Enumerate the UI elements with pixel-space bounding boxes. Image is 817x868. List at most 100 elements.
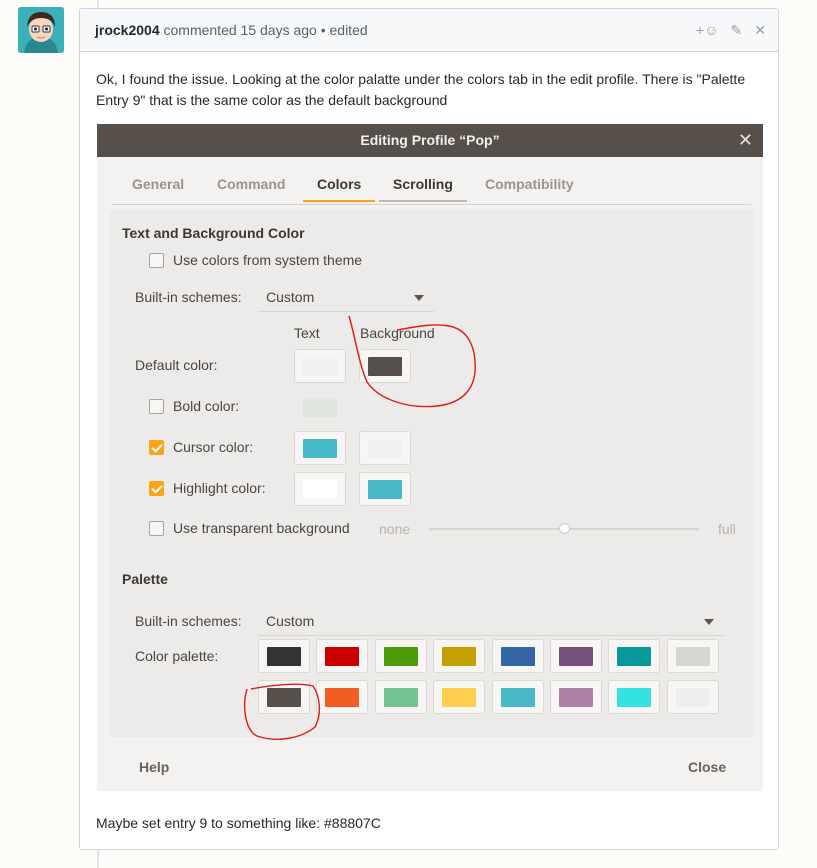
tab-compatibility: Compatibility xyxy=(485,176,574,192)
palette-builtin-dropdown: Custom xyxy=(258,607,724,636)
palette-entry-3 xyxy=(374,639,427,673)
palette-entry-7 xyxy=(608,639,661,673)
add-reaction-icon[interactable]: +☺ xyxy=(696,20,718,40)
comment-header: jrock2004 commented 15 days ago • edited… xyxy=(80,9,778,52)
cursor-bg-swatch xyxy=(359,431,411,465)
transparent-bg-checkbox xyxy=(149,521,164,536)
comment-meta: jrock2004 commented 15 days ago • edited xyxy=(95,22,368,38)
tab-scrolling: Scrolling xyxy=(379,176,467,202)
swatch-fill xyxy=(442,688,477,707)
default-color-label: Default color: xyxy=(135,357,218,373)
palette-entry-4 xyxy=(433,639,486,673)
color-palette-label: Color palette: xyxy=(135,648,219,664)
swatch-fill xyxy=(303,439,337,458)
delete-x-icon[interactable]: ✕ xyxy=(754,20,766,40)
dialog-close-icon: ✕ xyxy=(737,130,753,150)
bold-color-label: Bold color: xyxy=(173,398,240,414)
highlight-text-swatch xyxy=(294,472,346,506)
cursor-text-swatch xyxy=(294,431,346,465)
palette-entry-11 xyxy=(374,680,427,714)
transparency-full-label: full xyxy=(718,521,736,537)
cursor-color-label: Cursor color: xyxy=(173,439,254,455)
dialog-titlebar: Editing Profile “Pop” ✕ xyxy=(97,124,763,157)
swatch-fill xyxy=(559,688,593,707)
avatar[interactable] xyxy=(18,7,64,53)
tab-general: General xyxy=(132,176,185,192)
text-bg-heading: Text and Background Color xyxy=(122,225,305,241)
transparency-none-label: none xyxy=(379,521,411,537)
builtin-schemes-dropdown: Custom xyxy=(258,283,434,312)
palette-entry-16 xyxy=(666,680,719,714)
swatch-fill xyxy=(325,647,360,666)
swatch-fill xyxy=(500,647,535,666)
dialog-title: Editing Profile “Pop” xyxy=(360,132,500,148)
palette-entry-5 xyxy=(491,639,544,673)
help-button: Help xyxy=(139,759,170,775)
swatch-fill xyxy=(303,357,337,376)
swatch-fill xyxy=(617,647,652,666)
embedded-screenshot[interactable]: Editing Profile “Pop” ✕ General Command … xyxy=(97,124,763,791)
bold-color-swatch xyxy=(294,390,346,424)
swatch-fill xyxy=(383,647,418,666)
swatch-fill xyxy=(303,398,337,417)
swatch-fill xyxy=(368,357,402,376)
comment-author-link[interactable]: jrock2004 xyxy=(95,22,160,38)
tab-colors: Colors xyxy=(302,176,376,202)
swatch-fill xyxy=(617,688,652,707)
system-theme-checkbox xyxy=(149,253,164,268)
palette-entry-6 xyxy=(550,639,602,673)
default-text-swatch xyxy=(294,349,346,383)
palette-entry-15 xyxy=(608,680,661,714)
swatch-fill xyxy=(500,688,535,707)
palette-entry-8 xyxy=(666,639,719,673)
close-button: Close xyxy=(688,759,727,775)
swatch-fill xyxy=(675,688,710,707)
builtin-schemes-label: Built-in schemes: xyxy=(135,289,242,305)
palette-entry-2 xyxy=(316,639,369,673)
palette-entry-12 xyxy=(433,680,486,714)
comment-actions: +☺ ✎ ✕ xyxy=(696,20,766,40)
edit-pencil-icon[interactable]: ✎ xyxy=(731,20,743,40)
comment-body: Ok, I found the issue. Looking at the co… xyxy=(96,71,746,108)
palette-entry-1 xyxy=(258,639,310,673)
builtin-schemes-value: Custom xyxy=(266,289,315,305)
system-theme-label: Use colors from system theme xyxy=(173,252,363,268)
palette-entry-14 xyxy=(550,680,602,714)
swatch-fill xyxy=(325,688,360,707)
chevron-down-icon xyxy=(414,295,424,301)
swatch-fill xyxy=(303,480,337,499)
swatch-fill xyxy=(675,647,710,666)
transparency-slider-knob xyxy=(559,523,570,534)
palette-builtin-label: Built-in schemes: xyxy=(135,613,242,629)
background-column-header: Background xyxy=(360,325,435,341)
text-column-header: Text xyxy=(294,325,320,341)
comment-footer-text: Maybe set entry 9 to something like: #88… xyxy=(96,815,381,831)
highlight-color-label: Highlight color: xyxy=(173,480,266,496)
swatch-fill xyxy=(368,439,402,458)
dialog-tabs: General Command Colors Scrolling Compati… xyxy=(111,174,751,205)
swatch-fill xyxy=(267,688,301,707)
cursor-color-checkbox xyxy=(149,440,164,455)
chevron-down-icon xyxy=(704,619,714,625)
default-background-swatch xyxy=(359,349,411,383)
swatch-fill xyxy=(559,647,593,666)
swatch-fill xyxy=(383,688,418,707)
comment-timestamp[interactable]: commented 15 days ago • edited xyxy=(164,22,368,38)
tab-command: Command xyxy=(217,176,286,192)
swatch-fill xyxy=(442,647,477,666)
swatch-fill xyxy=(368,480,402,499)
bold-color-checkbox xyxy=(149,399,164,414)
palette-entry-13 xyxy=(491,680,544,714)
colors-panel: Text and Background Color Use colors fro… xyxy=(109,210,753,737)
palette-entry-10 xyxy=(316,680,369,714)
avatar-image-icon xyxy=(18,7,64,53)
palette-entry-9 xyxy=(258,680,310,714)
palette-builtin-value: Custom xyxy=(266,613,315,629)
highlight-color-checkbox xyxy=(149,481,164,496)
transparent-bg-label: Use transparent background xyxy=(173,520,350,536)
highlight-bg-swatch xyxy=(359,472,411,506)
transparency-slider xyxy=(429,523,699,534)
comment-card: jrock2004 commented 15 days ago • edited… xyxy=(79,8,779,850)
swatch-fill xyxy=(267,647,301,666)
palette-heading: Palette xyxy=(122,571,168,587)
